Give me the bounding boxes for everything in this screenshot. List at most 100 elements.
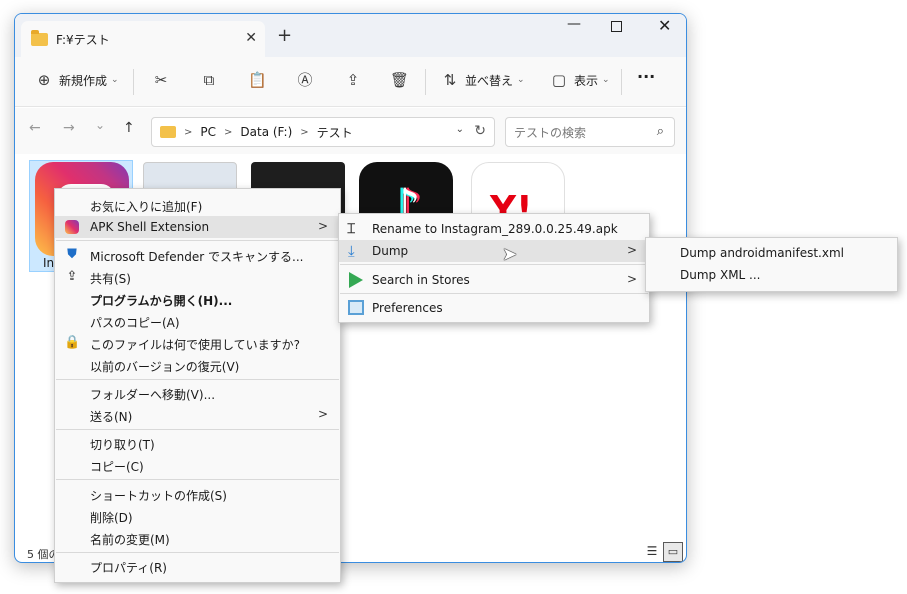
menu-item-file-usage[interactable]: 🔒 このファイルは何で使用していますか? bbox=[55, 332, 340, 354]
cut-button[interactable]: ✂ bbox=[152, 71, 170, 89]
chevron-down-icon: ⌄ bbox=[602, 75, 610, 85]
breadcrumb-pc[interactable]: PC bbox=[200, 125, 216, 139]
menu-item-open-with[interactable]: プログラムから開く(H)... bbox=[55, 288, 340, 310]
menu-item-defender-scan[interactable]: ⛊ Microsoft Defender でスキャンする... bbox=[55, 244, 340, 266]
menu-item-label: お気に入りに追加(F) bbox=[90, 200, 203, 214]
copy-icon: ⧉ bbox=[203, 71, 215, 89]
play-store-icon bbox=[349, 272, 363, 288]
menu-item-label: フォルダーへ移動(V)... bbox=[90, 388, 216, 402]
large-icons-view-icon[interactable]: ▭ bbox=[663, 542, 683, 562]
new-button-label: 新規作成 bbox=[59, 73, 108, 88]
scissors-icon: ✂ bbox=[154, 71, 168, 89]
chevron-down-icon: ⌄ bbox=[111, 75, 119, 85]
close-button[interactable]: ✕ bbox=[658, 16, 671, 35]
download-icon: ⤓ bbox=[348, 242, 355, 260]
copy-button[interactable]: ⧉ bbox=[200, 71, 218, 89]
submenu-arrow-icon: > bbox=[626, 272, 637, 286]
sort-button-label: 並べ替え bbox=[465, 73, 514, 88]
paste-button[interactable]: 📋 bbox=[248, 71, 267, 89]
details-view-icon[interactable]: ☰ bbox=[643, 544, 661, 562]
menu-item-cut[interactable]: 切り取り(T) bbox=[55, 432, 340, 454]
menu-item-label: このファイルは何で使用していますか? bbox=[90, 338, 301, 352]
new-button[interactable]: ⊕ 新規作成 ⌄ bbox=[35, 71, 119, 89]
submenu-arrow-icon: > bbox=[317, 219, 328, 233]
menu-item-label: Preferences bbox=[372, 301, 443, 315]
share-icon: ⇪ bbox=[66, 269, 78, 284]
toolbar-divider bbox=[425, 69, 426, 95]
crumb-separator: > bbox=[224, 126, 233, 138]
menu-item-label: 削除(D) bbox=[90, 511, 133, 525]
menu-item-label: Dump bbox=[372, 244, 409, 258]
tab-title: F:¥テスト bbox=[56, 32, 110, 47]
up-arrow-icon[interactable]: ↑ bbox=[123, 120, 135, 136]
chevron-down-icon: ⌄ bbox=[517, 75, 525, 85]
menu-item-preferences[interactable]: Preferences bbox=[339, 297, 649, 319]
menu-item-label: Microsoft Defender でスキャンする... bbox=[90, 250, 304, 264]
menu-item-search-stores[interactable]: Search in Stores > bbox=[339, 269, 649, 291]
sort-icon: ⇅ bbox=[443, 71, 457, 89]
search-input[interactable]: テストの検索 bbox=[514, 124, 586, 141]
menu-item-move-to-folder[interactable]: フォルダーへ移動(V)... bbox=[55, 382, 340, 404]
chevron-down-icon[interactable]: ⌄ bbox=[456, 124, 464, 135]
menu-item-label: プログラムから開く(H)... bbox=[90, 294, 233, 308]
menu-item-rename[interactable]: 名前の変更(M) bbox=[55, 527, 340, 549]
submenu-arrow-icon: > bbox=[317, 407, 328, 421]
menu-item-rename-apk[interactable]: ⌶ Rename to Instagram_289.0.0.25.49.apk bbox=[339, 218, 649, 240]
search-box[interactable]: テストの検索 ⌕ bbox=[505, 117, 675, 147]
menu-item-apk-shell-extension[interactable]: APK Shell Extension > bbox=[55, 216, 340, 238]
share-button[interactable]: ⇪ bbox=[344, 71, 362, 89]
sort-button[interactable]: ⇅ 並べ替え ⌄ bbox=[441, 71, 525, 89]
menu-item-copy[interactable]: コピー(C) bbox=[55, 454, 340, 476]
context-menu: お気に入りに追加(F) APK Shell Extension > ⛊ Micr… bbox=[54, 188, 341, 583]
menu-divider bbox=[56, 479, 339, 480]
navigation-bar: ← → ⌄ ↑ > PC > Data (F:) > テスト ⌄ ↻ テストの検… bbox=[15, 108, 686, 154]
menu-item-send-to[interactable]: 送る(N) > bbox=[55, 404, 340, 426]
menu-item-add-favorite[interactable]: お気に入りに追加(F) bbox=[55, 194, 340, 216]
crumb-separator: > bbox=[300, 126, 309, 138]
delete-button[interactable]: 🗑 bbox=[390, 71, 409, 89]
forward-arrow-icon[interactable]: → bbox=[63, 120, 75, 136]
submenu-arrow-icon: > bbox=[626, 243, 637, 257]
menu-item-restore-versions[interactable]: 以前のバージョンの復元(V) bbox=[55, 354, 340, 376]
address-bar[interactable]: > PC > Data (F:) > テスト ⌄ ↻ bbox=[151, 117, 495, 147]
menu-divider bbox=[340, 293, 648, 294]
menu-item-label: パスのコピー(A) bbox=[90, 316, 180, 330]
shield-icon: ⛊ bbox=[67, 247, 77, 262]
menu-divider bbox=[56, 552, 339, 553]
menu-item-properties[interactable]: プロパティ(R) bbox=[55, 555, 340, 577]
more-options-button[interactable]: ··· bbox=[637, 67, 655, 86]
rename-button[interactable]: Ⓐ bbox=[296, 71, 314, 89]
toolbar-divider bbox=[621, 69, 622, 95]
folder-icon bbox=[31, 29, 48, 46]
folder-icon bbox=[160, 126, 176, 138]
rename-icon: Ⓐ bbox=[297, 71, 313, 89]
view-button-label: 表示 bbox=[574, 73, 599, 88]
recent-locations-icon[interactable]: ⌄ bbox=[95, 118, 105, 132]
menu-item-label: Dump androidmanifest.xml bbox=[680, 246, 844, 260]
menu-divider bbox=[56, 429, 339, 430]
menu-item-copy-path[interactable]: パスのコピー(A) bbox=[55, 310, 340, 332]
crumb-separator: > bbox=[184, 126, 193, 138]
menu-item-dump-manifest[interactable]: Dump androidmanifest.xml bbox=[646, 242, 897, 264]
view-button[interactable]: ▢ 表示 ⌄ bbox=[550, 71, 610, 89]
menu-item-delete[interactable]: 削除(D) bbox=[55, 505, 340, 527]
menu-item-label: 名前の変更(M) bbox=[90, 533, 170, 547]
tab-close-icon[interactable]: ✕ bbox=[245, 30, 257, 46]
mouse-cursor-icon: ➤ bbox=[502, 244, 518, 265]
menu-item-create-shortcut[interactable]: ショートカットの作成(S) bbox=[55, 483, 340, 505]
menu-item-dump[interactable]: ⤓ Dump > bbox=[339, 240, 649, 262]
new-tab-button[interactable]: + bbox=[277, 25, 292, 46]
refresh-icon[interactable]: ↻ bbox=[474, 123, 486, 139]
breadcrumb-drive[interactable]: Data (F:) bbox=[240, 125, 292, 139]
file-name-label: In bbox=[43, 256, 55, 270]
rename-icon: ⌶ bbox=[347, 221, 356, 237]
menu-item-dump-xml[interactable]: Dump XML ... bbox=[646, 264, 897, 286]
maximize-button[interactable] bbox=[611, 21, 622, 32]
menu-item-label: Rename to Instagram_289.0.0.25.49.apk bbox=[372, 222, 618, 236]
title-bar: F:¥テスト ✕ + — ✕ bbox=[15, 14, 686, 57]
menu-item-share[interactable]: ⇪ 共有(S) bbox=[55, 266, 340, 288]
tab-test-folder[interactable]: F:¥テスト ✕ bbox=[21, 21, 265, 57]
breadcrumb-folder[interactable]: テスト bbox=[317, 124, 353, 141]
back-arrow-icon[interactable]: ← bbox=[29, 120, 41, 136]
minimize-button[interactable]: — bbox=[567, 16, 581, 32]
